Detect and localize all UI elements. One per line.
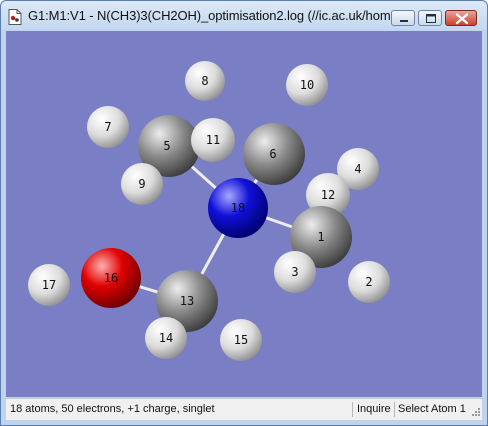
status-divider <box>394 402 395 417</box>
molecule-info-status: 18 atoms, 50 electrons, +1 charge, singl… <box>10 403 215 415</box>
atom-label: 4 <box>354 162 361 176</box>
atom-17[interactable]: 17 <box>28 264 70 306</box>
maximize-button[interactable] <box>418 10 442 26</box>
atom-label: 1 <box>317 230 324 244</box>
atom-label: 8 <box>201 74 208 88</box>
atom-label: 6 <box>269 147 276 161</box>
atoms: 7 8 10 5 11 6 9 4 12 1 18 3 2 17 16 13 1… <box>28 61 390 361</box>
atom-16[interactable]: 16 <box>81 248 141 308</box>
atom-6[interactable]: 6 <box>243 123 305 185</box>
molecule-graphic[interactable]: 7 8 10 5 11 6 9 4 12 1 18 3 2 17 16 13 1… <box>6 31 482 397</box>
atom-8[interactable]: 8 <box>185 61 225 101</box>
atom-label: 2 <box>365 275 372 289</box>
close-icon <box>455 13 469 25</box>
maximize-icon <box>426 14 436 23</box>
atom-3[interactable]: 3 <box>274 251 316 293</box>
minimize-button[interactable] <box>391 10 415 26</box>
document-icon <box>8 9 22 25</box>
status-divider <box>352 402 353 417</box>
atom-label: 7 <box>104 120 111 134</box>
atom-label: 18 <box>231 201 245 215</box>
atom-10[interactable]: 10 <box>286 64 328 106</box>
atom-label: 16 <box>104 271 118 285</box>
atom-label: 15 <box>234 333 248 347</box>
window-title: G1:M1:V1 - N(CH3)3(CH2OH)_optimisation2.… <box>28 8 402 23</box>
mouse-mode-status: Inquire <box>357 403 391 415</box>
atom-label: 12 <box>321 188 335 202</box>
atom-7[interactable]: 7 <box>87 106 129 148</box>
atom-label: 13 <box>180 294 194 308</box>
atom-15[interactable]: 15 <box>220 319 262 361</box>
atom-label: 14 <box>159 331 173 345</box>
molecule-view-canvas[interactable]: 7 8 10 5 11 6 9 4 12 1 18 3 2 17 16 13 1… <box>6 31 482 397</box>
status-bar: 18 atoms, 50 electrons, +1 charge, singl… <box>6 398 482 420</box>
minimize-icon <box>400 20 408 22</box>
atom-9[interactable]: 9 <box>121 163 163 205</box>
atom-11[interactable]: 11 <box>191 118 235 162</box>
selection-status: Select Atom 1 <box>398 403 466 415</box>
title-bar[interactable]: G1:M1:V1 - N(CH3)3(CH2OH)_optimisation2.… <box>1 1 487 30</box>
gaussview-window: G1:M1:V1 - N(CH3)3(CH2OH)_optimisation2.… <box>0 0 488 426</box>
atom-label: 3 <box>291 265 298 279</box>
atom-label: 9 <box>138 177 145 191</box>
atom-2[interactable]: 2 <box>348 261 390 303</box>
atom-18[interactable]: 18 <box>208 178 268 238</box>
close-button[interactable] <box>445 10 477 26</box>
resize-grip-icon[interactable] <box>469 407 481 419</box>
atom-label: 11 <box>206 133 220 147</box>
atom-label: 17 <box>42 278 56 292</box>
atom-label: 10 <box>300 78 314 92</box>
atom-14[interactable]: 14 <box>145 317 187 359</box>
atom-label: 5 <box>163 139 170 153</box>
